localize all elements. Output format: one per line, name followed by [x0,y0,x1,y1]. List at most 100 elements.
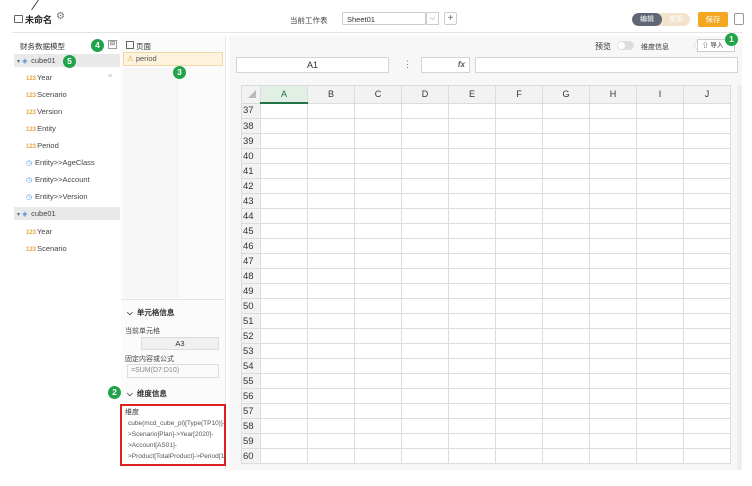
grid-cell[interactable] [589,283,637,299]
grid-cell[interactable] [636,358,684,374]
grid-cell[interactable] [260,373,308,389]
column-header[interactable]: C [354,85,402,104]
grid-cell[interactable] [589,388,637,404]
collapse-panel-icon[interactable]: ⊟ [108,40,117,49]
grid-cell[interactable] [636,283,684,299]
grid-cell[interactable] [401,328,449,344]
row-header[interactable]: 43 [241,193,261,209]
grid-cell[interactable] [495,118,543,134]
sheet-select[interactable]: Sheet01 [342,12,426,25]
grid-cell[interactable] [542,328,590,344]
grid-cell[interactable] [636,133,684,149]
grid-cell[interactable] [448,433,496,449]
grid-cell[interactable] [401,268,449,284]
grid-cell[interactable] [307,102,355,119]
grid-cell[interactable] [260,433,308,449]
grid-cell[interactable] [589,133,637,149]
grid-cell[interactable] [683,373,731,389]
grid-cell[interactable] [354,298,402,314]
row-header[interactable]: 41 [241,163,261,179]
grid-cell[interactable] [448,102,496,119]
grid-cell[interactable] [636,433,684,449]
grid-cell[interactable] [260,283,308,299]
mode-edit-option[interactable]: 编辑 [632,13,662,26]
grid-cell[interactable] [542,313,590,329]
grid-cell[interactable] [354,238,402,254]
column-header[interactable]: J [683,85,731,104]
grid-cell[interactable] [354,283,402,299]
grid-cell[interactable] [401,343,449,359]
grid-cell[interactable] [401,283,449,299]
grid-cell[interactable] [495,268,543,284]
grid-cell[interactable] [683,448,731,464]
grid-cell[interactable] [683,268,731,284]
grid-cell[interactable] [542,193,590,209]
grid-cell[interactable] [636,118,684,134]
column-header[interactable]: H [589,85,637,104]
grid-cell[interactable] [260,313,308,329]
grid-cell[interactable] [683,283,731,299]
grid-cell[interactable] [401,208,449,224]
grid-cell[interactable] [354,102,402,119]
grid-cell[interactable] [260,223,308,239]
grid-cell[interactable] [495,178,543,194]
grid-cell[interactable] [495,358,543,374]
grid-cell[interactable] [683,163,731,179]
grid-cell[interactable] [589,358,637,374]
grid-cell[interactable] [683,298,731,314]
grid-cell[interactable] [448,388,496,404]
grid-cell[interactable] [683,358,731,374]
grid-cell[interactable] [401,373,449,389]
grid-cell[interactable] [307,148,355,164]
grid-cell[interactable] [354,358,402,374]
grid-cell[interactable] [683,148,731,164]
row-header[interactable]: 52 [241,328,261,344]
grid-cell[interactable] [542,403,590,419]
grid-cell[interactable] [260,343,308,359]
grid-cell[interactable] [448,163,496,179]
grid-cell[interactable] [589,268,637,284]
row-header[interactable]: 40 [241,148,261,164]
grid-cell[interactable] [448,238,496,254]
grid-cell[interactable] [354,253,402,269]
row-header[interactable]: 37 [241,102,261,119]
grid-cell[interactable] [683,118,731,134]
grid-cell[interactable] [354,403,402,419]
document-title[interactable]: 未命名 [25,13,52,26]
grid-cell[interactable] [495,343,543,359]
add-sheet-button[interactable]: + [444,12,457,25]
grid-cell[interactable] [307,133,355,149]
grid-cell[interactable] [401,418,449,434]
grid-cell[interactable] [401,133,449,149]
grid-cell[interactable] [683,343,731,359]
page-drop-area[interactable] [123,68,179,298]
vertical-scrollbar[interactable] [737,85,742,470]
grid-cell[interactable] [683,313,731,329]
grid-cell[interactable] [307,163,355,179]
row-header[interactable]: 44 [241,208,261,224]
grid-cell[interactable] [683,388,731,404]
grid-cell[interactable] [589,178,637,194]
grid-cell[interactable] [589,328,637,344]
grid-cell[interactable] [307,193,355,209]
cube-node[interactable]: ▾ ◈ cube01 [17,209,56,218]
grid-cell[interactable] [448,418,496,434]
fixed-formula-field[interactable]: =SUM(D7:D10) [127,364,219,378]
grid-cell[interactable] [542,238,590,254]
grid-cell[interactable] [683,193,731,209]
grid-cell[interactable] [260,448,308,464]
grid-cell[interactable] [495,208,543,224]
select-all-corner[interactable] [241,85,261,104]
grid-cell[interactable] [542,133,590,149]
column-header[interactable]: F [495,85,543,104]
grid-cell[interactable] [307,343,355,359]
grid-cell[interactable] [307,388,355,404]
grid-cell[interactable] [683,253,731,269]
column-header[interactable]: A [260,85,308,104]
tree-item[interactable]: 123 Scenario [26,244,67,253]
grid-cell[interactable] [495,403,543,419]
grid-cell[interactable] [448,448,496,464]
tree-item[interactable]: 123 Period [26,141,59,150]
tree-item[interactable]: 123 Entity [26,124,56,133]
grid-cell[interactable] [448,373,496,389]
